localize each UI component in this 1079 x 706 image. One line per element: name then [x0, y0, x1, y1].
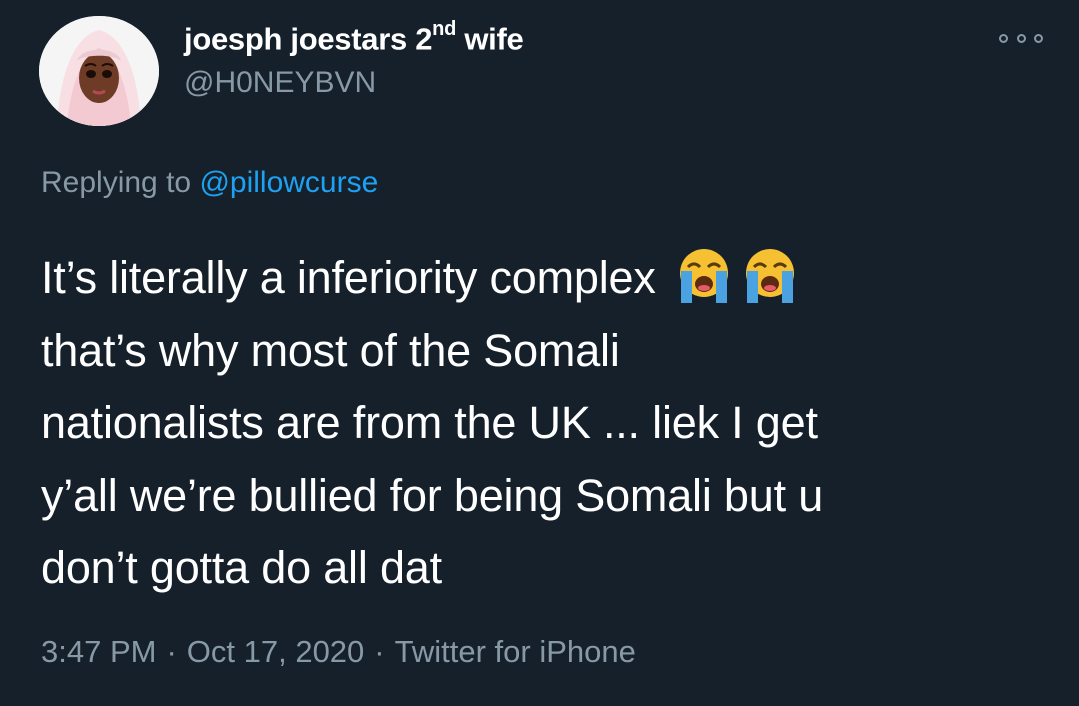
display-name-end: wife	[456, 21, 524, 57]
tweet-line: don’t gotta do all dat	[41, 542, 442, 593]
tweet-metadata: 3:47 PM · Oct 17, 2020 · Twitter for iPhone	[41, 634, 636, 670]
more-options-button[interactable]	[999, 30, 1043, 46]
display-name-row[interactable]: joesph joestars 2nd wife	[184, 17, 524, 60]
display-name-text: joesph joestars 2	[184, 21, 433, 57]
tweet-text: It’s literally a inferiority complex tha…	[41, 242, 1041, 605]
avatar-woman-hijab-icon	[39, 16, 159, 126]
more-options-icon-dot	[1034, 33, 1043, 43]
tweet-date[interactable]: Oct 17, 2020	[187, 634, 365, 669]
reply-mention-link[interactable]: @pillowcurse	[199, 166, 378, 199]
tweet-line: that’s why most of the Somali	[41, 324, 620, 376]
tweet-line: nationalists are from the UK ... liek I …	[41, 397, 818, 448]
meta-separator: ·	[374, 634, 385, 669]
tweet-source[interactable]: Twitter for iPhone	[395, 634, 636, 669]
tweet-line: It’s literally a inferiority complex	[41, 242, 1041, 315]
replying-to-label: Replying to	[41, 166, 200, 199]
replying-to: Replying to @pillowcurse	[41, 166, 378, 200]
display-name[interactable]: joesph joestars 2nd wife	[184, 17, 524, 57]
loudly-crying-face-icon	[679, 249, 728, 303]
tweet-line: y’all we’re bullied for being Somali but…	[41, 469, 824, 521]
meta-separator: ·	[166, 634, 177, 669]
more-options-icon-dot	[1016, 33, 1026, 43]
avatar[interactable]	[39, 16, 159, 126]
user-handle[interactable]: @H0NEYBVN	[184, 66, 376, 100]
more-options-icon	[999, 33, 1008, 43]
tweet-line-text: It’s literally a inferiority complex	[41, 252, 656, 303]
display-name-superscript: nd	[432, 17, 457, 40]
loudly-crying-face-icon	[745, 249, 794, 303]
tweet-time[interactable]: 3:47 PM	[41, 634, 156, 669]
